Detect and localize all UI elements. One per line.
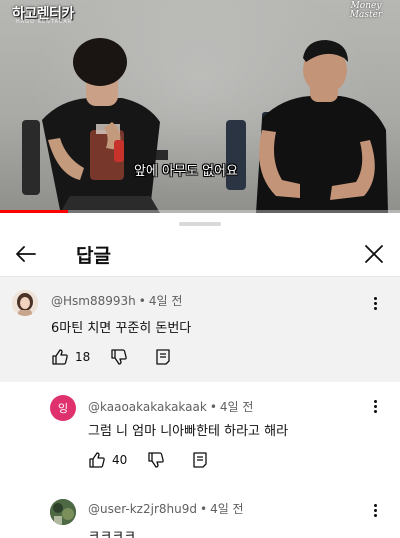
thumbs-down-icon[interactable] bbox=[110, 348, 128, 366]
more-vertical-icon-dot bbox=[373, 302, 377, 305]
avatar[interactable]: 잉 bbox=[50, 395, 76, 421]
more-vertical-icon-dot bbox=[373, 307, 377, 310]
comment-author[interactable]: @user-kz2jr8hu9d bbox=[88, 502, 197, 516]
back-button[interactable] bbox=[12, 240, 40, 268]
comment-actions: 40 bbox=[88, 450, 209, 470]
video-frame-scene bbox=[22, 38, 388, 213]
more-vertical-icon-dot bbox=[373, 400, 377, 403]
drag-handle[interactable] bbox=[179, 222, 221, 226]
comment-meta: @Hsm88993h • 4일 전 bbox=[51, 292, 182, 309]
more-vertical-icon-dot bbox=[373, 297, 377, 300]
comment-time: 4일 전 bbox=[210, 502, 244, 516]
avatar[interactable] bbox=[50, 499, 76, 525]
video-caption: 앞에 아무도 없어요 bbox=[134, 164, 238, 179]
avatar[interactable] bbox=[12, 290, 38, 316]
more-options-button[interactable] bbox=[368, 399, 382, 415]
channel-logo-subtext: HAGO RENTACAR bbox=[16, 19, 73, 25]
replies-sheet: 답글 @Hsm88993h • 4일 전 6마틴 치면 꾸준히 돈번다 18 잉… bbox=[0, 213, 400, 538]
brand-watermark: Money Master bbox=[342, 2, 390, 20]
avatar-photo bbox=[50, 499, 76, 525]
reply-icon[interactable] bbox=[191, 451, 209, 469]
sheet-title: 답글 bbox=[76, 245, 111, 267]
meta-separator: • bbox=[199, 502, 208, 516]
more-options-button[interactable] bbox=[368, 296, 382, 312]
thumbs-down-icon[interactable] bbox=[147, 451, 165, 469]
sheet-header: 답글 bbox=[0, 233, 400, 277]
arrow-left-icon bbox=[16, 246, 36, 262]
comment-time: 4일 전 bbox=[219, 400, 254, 414]
thumbs-up-icon[interactable] bbox=[51, 348, 69, 366]
like-count: 18 bbox=[75, 350, 91, 364]
avatar-photo bbox=[12, 290, 38, 316]
comment-actions: 18 bbox=[51, 347, 172, 367]
close-icon bbox=[365, 245, 383, 263]
comment-text: 6마틴 치면 꾸준히 돈번다 bbox=[51, 321, 192, 336]
meta-separator: • bbox=[138, 294, 146, 308]
reply-comment: @user-kz2jr8hu9d • 4일 전 ㅋㅋㅋㅋ bbox=[0, 483, 400, 538]
comment-meta: @kaaoakakakakaak • 4일 전 bbox=[88, 398, 253, 415]
meta-separator: • bbox=[209, 400, 217, 414]
more-vertical-icon-dot bbox=[373, 405, 377, 408]
like-count: 40 bbox=[112, 453, 128, 467]
comment-meta: @user-kz2jr8hu9d • 4일 전 bbox=[88, 500, 244, 517]
comment-time: 4일 전 bbox=[148, 294, 183, 308]
video-player[interactable]: 하고렌터카 HAGO RENTACAR Money Master 앞에 아무도 … bbox=[0, 0, 400, 213]
brand-watermark-line2: Master bbox=[349, 10, 383, 20]
parent-comment: @Hsm88993h • 4일 전 6마틴 치면 꾸준히 돈번다 18 bbox=[0, 277, 400, 382]
comment-text: ㅋㅋㅋㅋ bbox=[88, 529, 136, 538]
reply-comment: 잉 @kaaoakakakakaak • 4일 전 그럼 니 엄마 니아빠한테 하라… bbox=[0, 383, 400, 475]
more-vertical-icon-dot bbox=[373, 504, 377, 507]
comment-author[interactable]: @Hsm88993h bbox=[51, 294, 136, 308]
thumbs-up-icon[interactable] bbox=[88, 451, 106, 469]
reply-icon[interactable] bbox=[154, 348, 172, 366]
close-button[interactable] bbox=[360, 240, 388, 268]
more-vertical-icon-dot bbox=[373, 509, 377, 512]
comment-text: 그럼 니 엄마 니아빠한테 하라고 해라 bbox=[88, 424, 289, 439]
more-vertical-icon-dot bbox=[373, 514, 377, 517]
more-options-button[interactable] bbox=[368, 503, 382, 519]
comment-author[interactable]: @kaaoakakakakaak bbox=[88, 400, 207, 414]
more-vertical-icon-dot bbox=[373, 410, 377, 413]
